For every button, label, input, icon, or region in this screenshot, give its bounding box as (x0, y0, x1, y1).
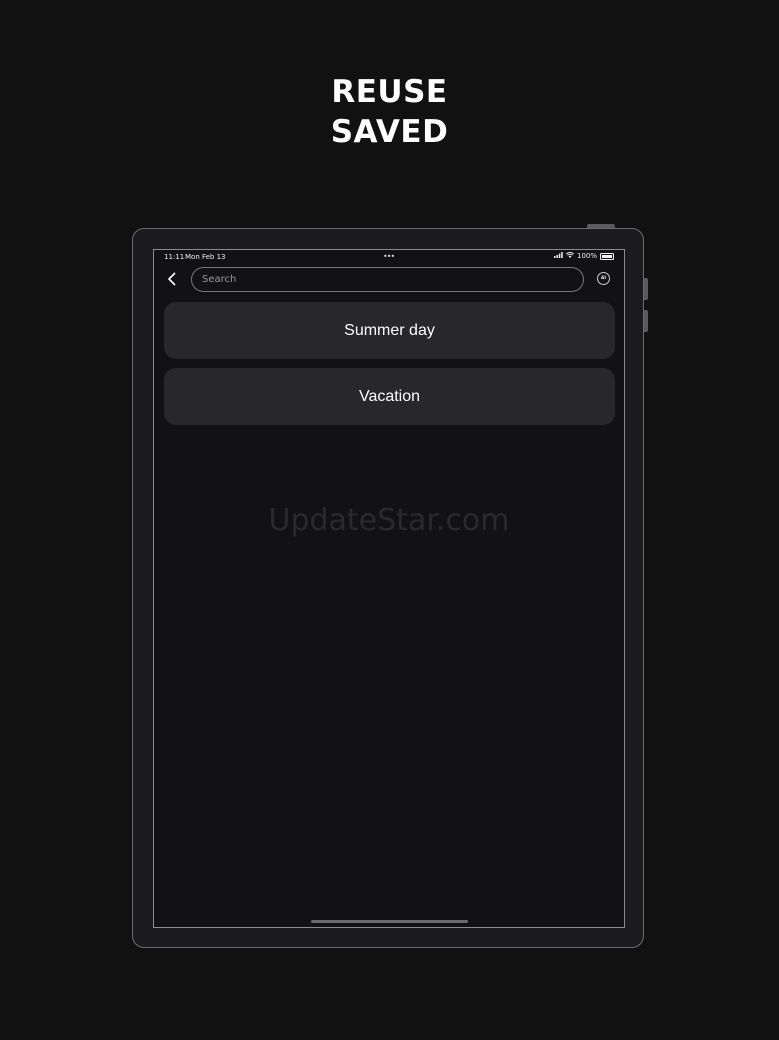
promo-page: REUSE SAVED 11:11 Mon Feb 13 ••• 100% Se… (0, 0, 779, 1040)
signal-icon (553, 252, 563, 260)
status-indicators: 100% (553, 252, 614, 260)
ai-icon-label: AI (600, 276, 607, 281)
saved-item-label: Summer day (344, 321, 435, 339)
promo-headline: REUSE SAVED (0, 72, 779, 152)
search-input[interactable] (202, 268, 572, 291)
saved-item-label: Vacation (358, 387, 421, 405)
home-indicator[interactable] (311, 920, 468, 923)
watermark: UpdateStar.com (268, 503, 510, 538)
battery-icon (600, 252, 614, 260)
headline-line-2: SAVED (330, 114, 449, 150)
chevron-left-icon (167, 271, 177, 290)
saved-item-vacation[interactable]: Vacation (164, 368, 615, 425)
saved-item-summer-day[interactable]: Summer day (164, 302, 615, 359)
headline-line-1: REUSE (331, 74, 448, 110)
back-button[interactable] (162, 269, 182, 291)
multitasking-dots[interactable]: ••• (383, 252, 395, 261)
status-time: 11:11 (164, 253, 185, 261)
device-volume-down-button (644, 310, 648, 332)
ai-button[interactable]: AI (597, 272, 610, 285)
search-field[interactable] (191, 267, 584, 292)
battery-percent: 100% (576, 252, 597, 260)
wifi-icon (565, 252, 575, 260)
status-bar: 11:11 Mon Feb 13 ••• 100% (154, 250, 624, 264)
tablet-screen: 11:11 Mon Feb 13 ••• 100% Search AI Summ… (153, 249, 625, 928)
status-date: Mon Feb 13 (185, 253, 226, 261)
device-volume-up-button (644, 278, 648, 300)
